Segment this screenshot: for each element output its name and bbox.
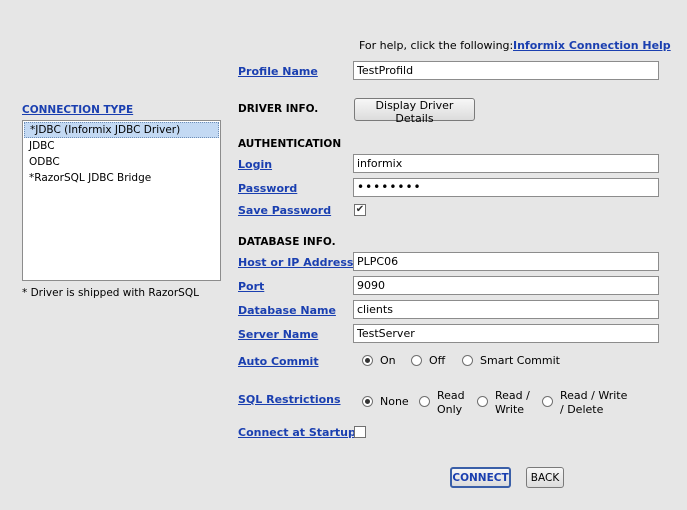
- connection-type-item[interactable]: *JDBC (Informix JDBC Driver): [24, 122, 219, 138]
- help-prefix-text: For help, click the following:: [359, 39, 514, 52]
- driver-info-heading: DRIVER INFO.: [238, 103, 319, 115]
- port-input[interactable]: [353, 276, 659, 295]
- sql-restriction-none-radio[interactable]: [362, 396, 373, 407]
- auto-commit-smart-radio[interactable]: [462, 355, 473, 366]
- host-label[interactable]: Host or IP Address: [238, 256, 353, 269]
- password-label[interactable]: Password: [238, 182, 297, 195]
- driver-note: * Driver is shipped with RazorSQL: [22, 287, 199, 299]
- database-name-label[interactable]: Database Name: [238, 304, 336, 317]
- server-name-label[interactable]: Server Name: [238, 328, 318, 341]
- port-label[interactable]: Port: [238, 280, 264, 293]
- sql-restriction-read-write-delete-line2: / Delete: [560, 403, 604, 416]
- help-link[interactable]: Informix Connection Help: [513, 39, 671, 52]
- save-password-checkbox[interactable]: ✔: [354, 204, 366, 216]
- sql-restriction-read-write-delete-line1: Read / Write: [560, 389, 628, 402]
- sql-restrictions-label[interactable]: SQL Restrictions: [238, 393, 341, 406]
- auto-commit-smart-label: Smart Commit: [480, 354, 560, 367]
- database-info-heading: DATABASE INFO.: [238, 236, 336, 248]
- connection-type-heading[interactable]: CONNECTION TYPE: [22, 104, 133, 116]
- back-button[interactable]: BACK: [526, 467, 564, 488]
- sql-restriction-read-only-radio[interactable]: [419, 396, 430, 407]
- sql-restriction-read-only-line1: Read: [437, 389, 465, 402]
- sql-restriction-none-label: None: [380, 395, 409, 408]
- auto-commit-label[interactable]: Auto Commit: [238, 355, 319, 368]
- password-input[interactable]: ••••••••: [353, 178, 659, 197]
- profile-name-input[interactable]: [353, 61, 659, 80]
- connection-type-item[interactable]: JDBC: [24, 138, 219, 154]
- connection-type-item[interactable]: *RazorSQL JDBC Bridge: [24, 170, 219, 186]
- display-driver-details-button[interactable]: Display Driver Details: [354, 98, 475, 125]
- login-label[interactable]: Login: [238, 158, 272, 171]
- sql-restriction-read-write-delete-radio[interactable]: [542, 396, 553, 407]
- connection-type-item[interactable]: ODBC: [24, 154, 219, 170]
- login-input[interactable]: [353, 154, 659, 173]
- sql-restriction-read-only-line2: Only: [437, 403, 463, 416]
- sql-restriction-read-write-line1: Read /: [495, 389, 530, 402]
- connect-at-startup-checkbox[interactable]: [354, 426, 366, 438]
- profile-name-label[interactable]: Profile Name: [238, 65, 318, 78]
- authentication-heading: AUTHENTICATION: [238, 138, 342, 150]
- auto-commit-on-label: On: [380, 354, 396, 367]
- auto-commit-off-label: Off: [429, 354, 446, 367]
- connect-at-startup-label[interactable]: Connect at Startup: [238, 426, 356, 439]
- sql-restriction-read-write-line2: Write: [495, 403, 525, 416]
- connection-type-list[interactable]: *JDBC (Informix JDBC Driver) JDBC ODBC *…: [22, 120, 221, 281]
- host-input[interactable]: [353, 252, 659, 271]
- connect-button[interactable]: CONNECT: [450, 467, 511, 488]
- auto-commit-off-radio[interactable]: [411, 355, 422, 366]
- auto-commit-on-radio[interactable]: [362, 355, 373, 366]
- database-name-input[interactable]: [353, 300, 659, 319]
- save-password-label[interactable]: Save Password: [238, 204, 331, 217]
- server-name-input[interactable]: [353, 324, 659, 343]
- sql-restriction-read-write-radio[interactable]: [477, 396, 488, 407]
